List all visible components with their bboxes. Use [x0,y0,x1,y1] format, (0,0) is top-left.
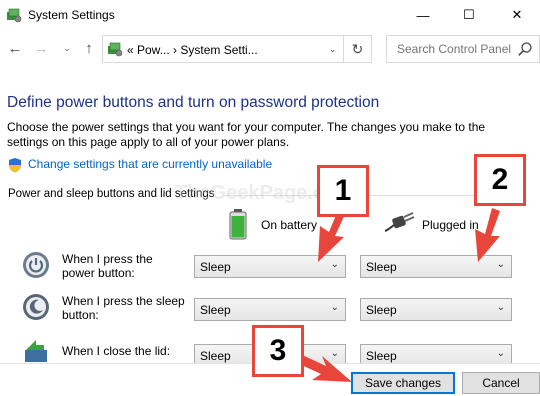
annotation-arrow-2 [475,208,500,262]
annotation-badge-2: 2 [474,154,526,206]
annotation-badge-3: 3 [252,325,304,377]
annotation-badge-1: 1 [317,165,369,217]
